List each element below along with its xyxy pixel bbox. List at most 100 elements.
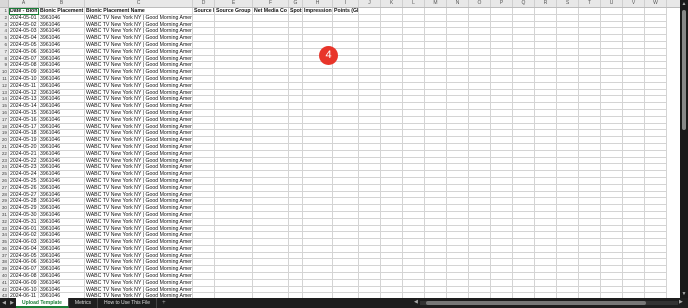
table-cell[interactable] [447,245,469,253]
table-cell[interactable] [491,286,513,294]
table-cell[interactable] [623,157,645,165]
table-cell[interactable] [403,14,425,22]
table-cell[interactable] [193,177,215,185]
table-cell[interactable] [253,218,289,226]
table-cell[interactable] [215,75,253,83]
table-cell[interactable] [645,164,667,172]
table-cell[interactable] [193,62,215,70]
table-cell[interactable]: 3961046 [39,62,85,70]
table-cell[interactable]: WABC TV New York NY | Good Morning Amer [85,273,193,280]
table-cell[interactable] [215,164,253,172]
table-cell[interactable] [491,205,513,212]
table-cell[interactable] [447,14,469,22]
table-cell[interactable] [491,191,513,199]
table-cell[interactable] [381,123,403,131]
table-cell[interactable] [491,198,513,206]
table-cell[interactable] [303,279,333,287]
table-cell[interactable] [601,225,623,233]
table-cell[interactable] [403,164,425,172]
table-cell[interactable] [535,164,557,172]
table-cell[interactable] [193,266,215,274]
table-cell[interactable] [513,69,535,76]
table-cell[interactable] [289,69,303,76]
row-number[interactable]: 23 [0,157,9,165]
table-cell[interactable] [579,266,601,274]
table-cell[interactable] [469,273,491,280]
table-cell[interactable]: WABC TV New York NY | Good Morning Amer [85,62,193,70]
table-cell[interactable] [469,116,491,124]
table-cell[interactable] [215,150,253,158]
table-cell[interactable] [289,177,303,185]
table-cell[interactable] [469,239,491,246]
table-cell[interactable] [425,82,447,90]
table-cell[interactable] [215,48,253,56]
column-header[interactable]: V [623,0,645,7]
table-cell[interactable] [215,225,253,233]
table-cell[interactable] [513,103,535,110]
sheet-tab[interactable]: Upload Template [16,298,69,308]
table-cell[interactable] [513,21,535,29]
table-cell[interactable] [289,252,303,260]
table-cell[interactable] [557,164,579,172]
table-cell[interactable] [557,82,579,90]
table-cell[interactable] [491,245,513,253]
table-cell[interactable] [623,259,645,267]
table-cell[interactable] [359,232,381,240]
table-cell[interactable] [303,239,333,246]
table-cell[interactable] [535,137,557,144]
table-cell[interactable] [215,82,253,90]
table-cell[interactable] [447,75,469,83]
table-cell[interactable] [601,279,623,287]
table-cell[interactable] [381,157,403,165]
table-cell[interactable]: 3961046 [39,14,85,22]
table-cell[interactable]: WABC TV New York NY | Good Morning Amer [85,123,193,131]
table-cell[interactable] [193,259,215,267]
table-cell[interactable] [303,177,333,185]
table-cell[interactable] [333,211,359,219]
table-cell[interactable] [425,21,447,29]
table-cell[interactable] [447,211,469,219]
table-cell[interactable] [469,279,491,287]
table-cell[interactable] [381,245,403,253]
table-cell[interactable]: WABC TV New York NY | Good Morning Amer [85,75,193,83]
table-cell[interactable] [333,198,359,206]
table-cell[interactable] [579,62,601,70]
table-cell[interactable] [333,62,359,70]
table-cell[interactable] [253,109,289,117]
table-cell[interactable] [447,89,469,97]
table-cell[interactable] [403,150,425,158]
table-cell[interactable] [425,62,447,70]
table-cell[interactable] [513,286,535,294]
scroll-right-icon[interactable]: ▶ [679,299,683,305]
table-cell[interactable]: WABC TV New York NY | Good Morning Amer [85,171,193,178]
table-cell[interactable] [333,177,359,185]
table-cell[interactable] [193,137,215,144]
horizontal-scroll-thumb[interactable] [426,301,646,305]
table-cell[interactable] [381,89,403,97]
table-cell[interactable] [193,239,215,246]
table-cell[interactable] [535,103,557,110]
table-cell[interactable] [359,273,381,280]
table-cell[interactable]: 3961046 [39,82,85,90]
table-cell[interactable] [381,103,403,110]
table-cell[interactable] [333,130,359,138]
table-cell[interactable] [601,198,623,206]
table-cell[interactable] [557,211,579,219]
table-cell[interactable] [579,225,601,233]
table-cell[interactable] [447,266,469,274]
table-cell[interactable]: 2024-05-16 [9,116,39,124]
table-cell[interactable] [289,96,303,104]
table-cell[interactable] [491,164,513,172]
table-cell[interactable] [193,96,215,104]
table-cell[interactable] [513,75,535,83]
table-cell[interactable] [623,137,645,144]
table-cell[interactable] [535,55,557,63]
table-cell[interactable] [469,211,491,219]
table-cell[interactable]: 2024-06-03 [9,239,39,246]
table-cell[interactable] [513,259,535,267]
table-cell[interactable] [601,171,623,178]
table-cell[interactable] [491,75,513,83]
table-cell[interactable] [403,82,425,90]
table-cell[interactable]: 3961046 [39,266,85,274]
row-number[interactable]: 22 [0,150,9,158]
